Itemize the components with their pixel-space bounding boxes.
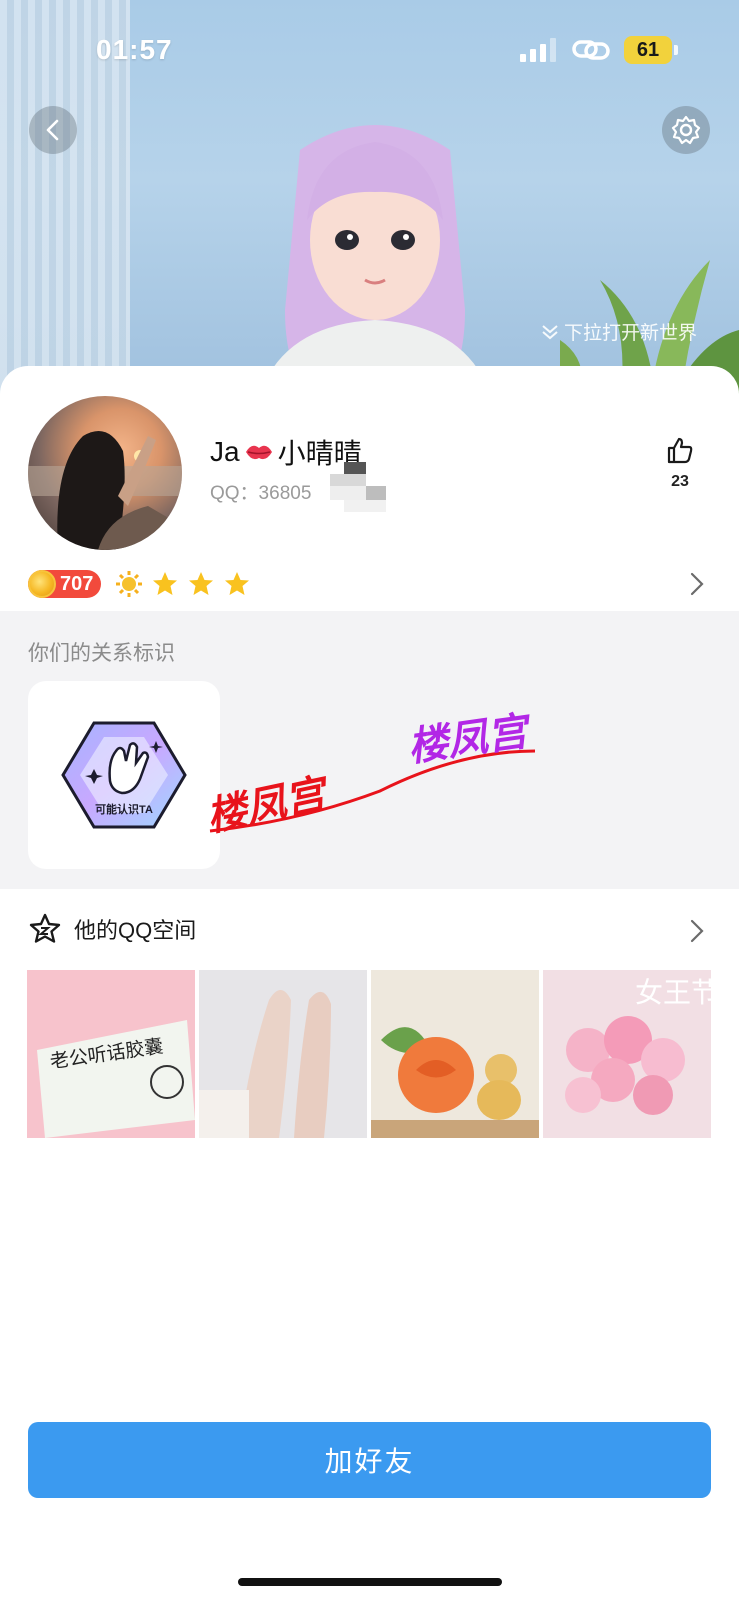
star-level-icon <box>225 572 250 595</box>
thumbs-up-icon <box>667 437 693 464</box>
chevron-right-icon <box>690 572 704 596</box>
qzone-photo[interactable]: 老公听话胶囊 <box>27 970 195 1138</box>
kiss-emoji-icon <box>245 445 272 460</box>
qzone-title: 他的QQ空间 <box>74 918 197 943</box>
redaction-mosaic <box>330 462 386 512</box>
gear-icon <box>671 115 701 145</box>
badge-label-text: 可能认识TA <box>95 802 153 816</box>
chevron-left-icon <box>46 119 59 141</box>
qq-level-row[interactable]: 707 <box>28 566 711 602</box>
profile-banner: 01:57 61 下拉打开新世界 <box>0 0 739 400</box>
qzone-photo[interactable] <box>199 970 367 1138</box>
cellular-signal-icon <box>520 38 556 62</box>
qzone-photo[interactable] <box>371 970 539 1138</box>
coin-level-value: 707 <box>60 572 94 595</box>
chevron-right-icon <box>690 919 704 943</box>
zplan-avatar-figure <box>237 125 513 400</box>
pull-hint-text: 下拉打开新世界 <box>564 323 698 344</box>
level-icons <box>115 570 251 598</box>
avatar-photo-graphic <box>28 431 182 550</box>
pink-bouquet-graphic: 女王节 <box>543 970 711 1138</box>
rose-bear-graphic <box>371 970 539 1138</box>
coin-level-badge: 707 <box>28 570 102 598</box>
double-chevron-down-icon <box>542 324 558 339</box>
qq-number: QQ：36805 <box>210 483 312 504</box>
relationship-section: 你们的关系标识 可能认识TA 楼凤宫 楼凤宫 <box>0 611 739 889</box>
relationship-badge-card[interactable]: 可能认识TA <box>28 681 220 869</box>
home-indicator <box>238 1578 502 1586</box>
qzone-photo-grid: 老公听话胶囊 女王节 <box>27 970 711 1138</box>
battery-indicator: 61 <box>624 36 678 64</box>
qzone-star-icon <box>29 913 61 943</box>
star-level-icon <box>189 572 214 595</box>
status-time: 01:57 <box>96 34 173 65</box>
nickname-prefix: Ja <box>210 436 240 467</box>
add-friend-button[interactable]: 加好友 <box>28 1422 711 1498</box>
profile-avatar[interactable] <box>28 396 182 550</box>
capsule-box-graphic: 老公听话胶囊 <box>27 970 195 1138</box>
watermark-overlay: 楼凤宫 楼凤宫 <box>203 708 536 841</box>
qzone-row[interactable]: 他的QQ空间 <box>28 906 711 952</box>
relationship-title: 你们的关系标识 <box>28 642 175 665</box>
settings-button[interactable] <box>662 106 710 154</box>
profile-card: Ja 小晴晴 QQ：36805 23 707 你们的关系标识 可能认识TA 楼凤… <box>0 366 739 1600</box>
like-count: 23 <box>671 473 689 490</box>
watermark-text-red: 楼凤宫 <box>203 770 335 841</box>
like-button[interactable]: 23 <box>660 436 700 491</box>
status-bar: 01:57 61 <box>0 0 739 100</box>
back-button[interactable] <box>29 106 77 154</box>
pull-down-hint[interactable]: 下拉打开新世界 <box>540 318 697 345</box>
legs-photo-graphic <box>199 970 367 1138</box>
battery-level: 61 <box>636 39 660 61</box>
coin-icon <box>28 570 56 598</box>
watermark-text-purple: 楼凤宫 <box>405 708 535 771</box>
photo-caption: 女王节 <box>635 976 711 1009</box>
star-level-icon <box>153 572 178 595</box>
sun-level-icon <box>116 571 143 597</box>
may-know-badge: 可能认识TA <box>61 721 187 829</box>
qzone-photo[interactable]: 女王节 <box>543 970 711 1138</box>
personal-hotspot-icon <box>572 40 610 60</box>
